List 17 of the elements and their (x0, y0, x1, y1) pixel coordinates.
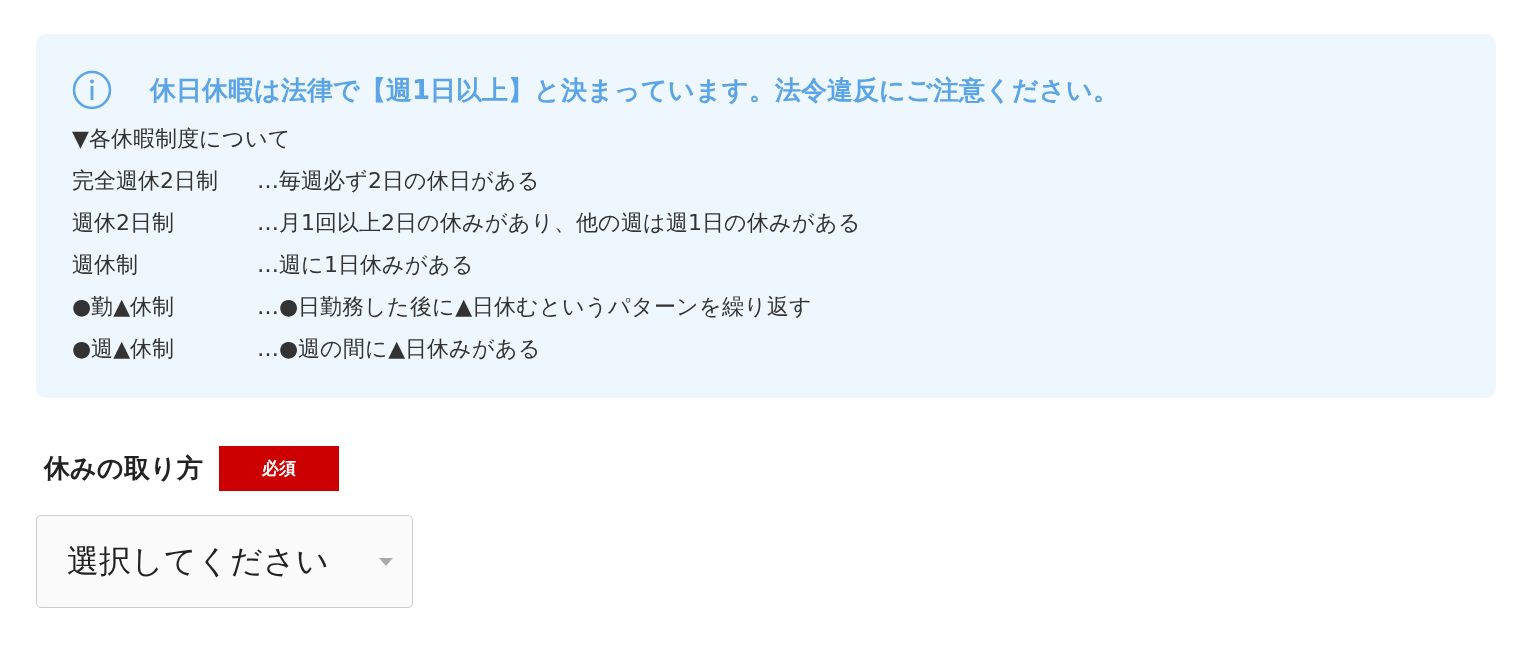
notice-heading: 休日休暇は法律で【週1日以上】と決まっています。法令違反にご注意ください。 (150, 73, 1120, 107)
system-term: 完全週休2日制 (72, 167, 219, 195)
system-description: …●週の間に▲日休みがある (257, 335, 542, 363)
system-description: …●日勤務した後に▲日休むというパターンを繰り返す (257, 293, 813, 321)
select-field[interactable]: 選択してください (36, 515, 413, 608)
system-term: 週休制 (72, 251, 139, 279)
system-term: ●週▲休制 (72, 335, 176, 363)
system-description: …週に1日休みがある (257, 251, 474, 279)
system-term: 週休2日制 (72, 209, 175, 237)
field-label: 休みの取り方 (44, 452, 203, 485)
system-description: …月1回以上2日の休みがあり、他の週は週1日の休みがある (257, 209, 861, 237)
system-description: …毎週必ず2日の休日がある (257, 167, 540, 195)
info-icon (72, 70, 112, 110)
system-term: ●勤▲休制 (72, 293, 176, 321)
notice-subheading: ▼各休暇制度について (72, 125, 292, 153)
caret-icon (378, 556, 394, 567)
required-badge: 必須 (219, 446, 339, 491)
